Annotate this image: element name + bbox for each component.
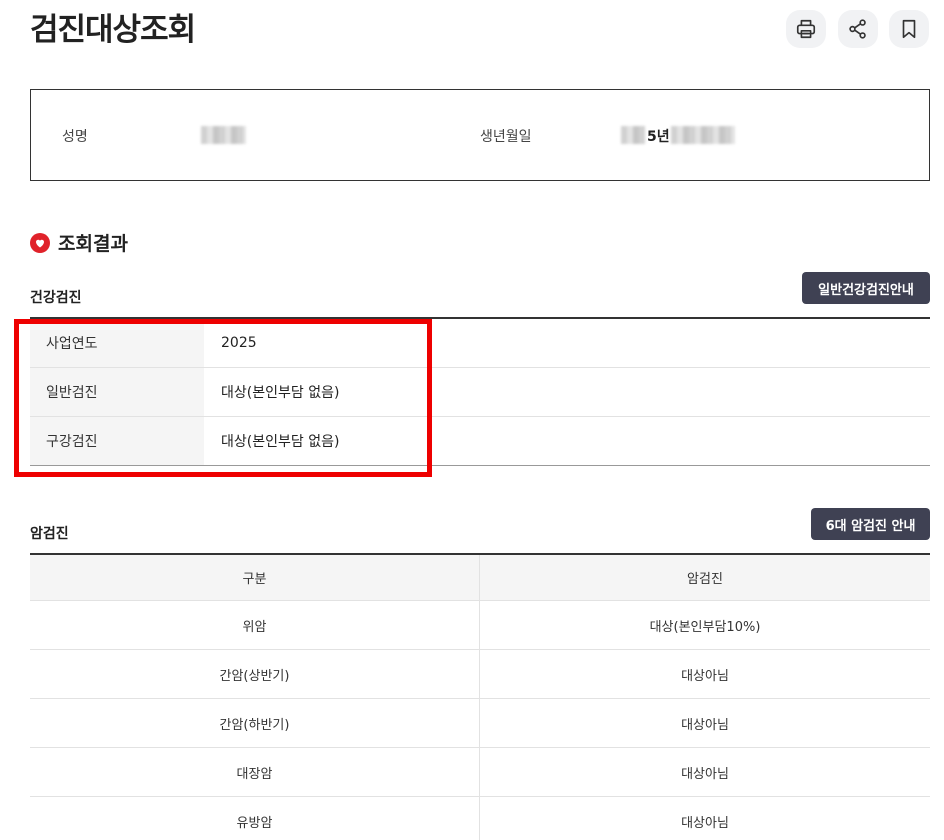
cancer-status: 대상아님 [681, 668, 729, 684]
table-row: 간암(하반기) 대상아님 [30, 699, 930, 748]
table-header-row: 구분 암검진 [30, 555, 930, 601]
printer-icon [796, 19, 816, 39]
heart-icon [30, 232, 50, 253]
cancer-status: 대상아님 [681, 717, 729, 733]
column-header-status: 암검진 [687, 572, 723, 587]
table-row: 일반검진 대상(본인부담 없음) [30, 368, 930, 417]
general-checkup-guide-button[interactable]: 일반건강검진안내 [802, 272, 930, 304]
column-header-type: 구분 [30, 555, 480, 600]
cancer-type: 위암 [30, 601, 480, 649]
cancer-checkup-table: 구분 암검진 위암 대상(본인부담10%) 간암(상반기) 대상아님 간암(하반… [30, 553, 930, 840]
cancer-checkup-title: 암검진 [30, 526, 69, 542]
bookmark-icon [902, 19, 916, 39]
row-value: 2025 [221, 335, 257, 351]
birth-label: 생년월일 [480, 129, 532, 145]
table-row: 구강검진 대상(본인부담 없음) [30, 417, 930, 466]
birth-visible-fragment: 5년 [647, 129, 670, 145]
row-label: 일반검진 [30, 368, 204, 416]
cancer-type: 간암(하반기) [30, 699, 480, 747]
table-row: 사업연도 2025 [30, 319, 930, 368]
cancer-type: 간암(상반기) [30, 650, 480, 698]
cancer-type: 대장암 [30, 748, 480, 796]
table-row: 대장암 대상아님 [30, 748, 930, 797]
bookmark-button[interactable] [889, 10, 929, 48]
cancer-status: 대상(본인부담10%) [649, 619, 761, 635]
result-heading-text: 조회결과 [58, 233, 128, 255]
health-checkup-table: 사업연도 2025 일반검진 대상(본인부담 없음) 구강검진 대상(본인부담 … [30, 317, 930, 466]
share-button[interactable] [838, 10, 878, 48]
row-value: 대상(본인부담 없음) [221, 385, 340, 401]
table-row: 위암 대상(본인부담10%) [30, 601, 930, 650]
cancer-status: 대상아님 [681, 766, 729, 782]
masked-name [201, 126, 246, 144]
row-label: 구강검진 [30, 417, 204, 465]
share-icon [849, 19, 866, 39]
row-value: 대상(본인부담 없음) [221, 434, 340, 450]
print-button[interactable] [786, 10, 826, 48]
cancer-checkup-guide-button[interactable]: 6대 암검진 안내 [811, 508, 930, 540]
page-title: 검진대상조회 [30, 12, 196, 48]
masked-birth-year [621, 126, 645, 144]
masked-birth-date [671, 126, 735, 144]
table-row: 간암(상반기) 대상아님 [30, 650, 930, 699]
name-label: 성명 [62, 129, 88, 145]
cancer-status: 대상아님 [681, 815, 729, 831]
table-row: 유방암 대상아님 [30, 797, 930, 840]
health-checkup-title: 건강검진 [30, 290, 82, 306]
person-info-box: 성명 생년월일 5년 [30, 89, 930, 181]
result-heading: 조회결과 [30, 229, 128, 256]
row-label: 사업연도 [30, 319, 204, 367]
cancer-type: 유방암 [30, 797, 480, 840]
